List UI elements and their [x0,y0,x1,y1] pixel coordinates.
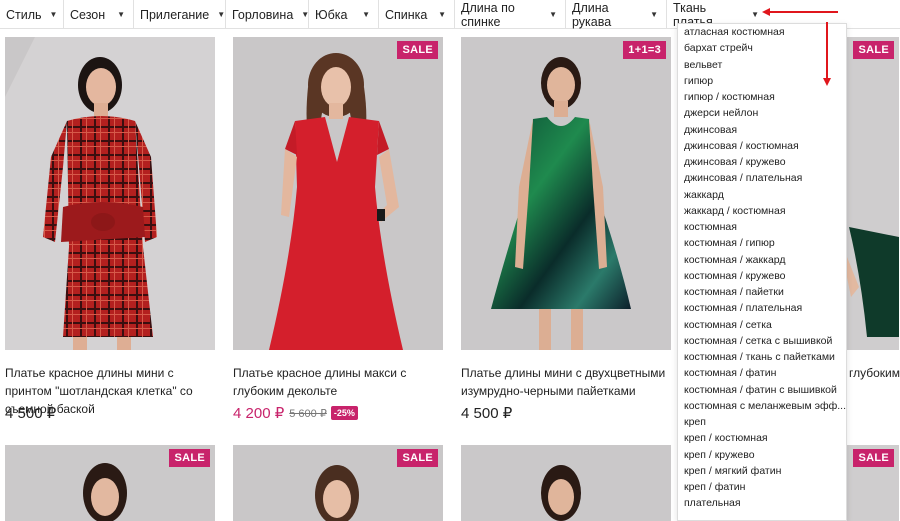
product-image[interactable] [461,445,671,521]
fabric-dropdown-menu[interactable]: атласная костюмная бархат стрейч вельвет ги… [677,23,847,521]
caret-down-icon: ▼ [117,10,125,19]
filter-season[interactable]: Сезон ▼ [64,0,134,29]
dropdown-option[interactable]: плательная [678,495,846,511]
product-price: 4 200 ₽ 5 600 ₽ -25% [233,404,358,422]
filter-label: Прилегание [140,7,210,22]
filter-label: Юбка [315,7,348,22]
dropdown-option[interactable]: вельвет [678,57,846,73]
product-title[interactable]: Платье красное длины макси с глубоким де… [233,364,448,400]
caret-down-icon: ▼ [438,10,446,19]
filter-label: Длина по спинке [461,0,515,29]
dropdown-option[interactable]: бархат стрейч [678,40,846,56]
dropdown-option[interactable]: креп [678,414,846,430]
dropdown-option[interactable]: гипюр / костюмная [678,89,846,105]
filter-back-length[interactable]: Длина по спинке ▼ [455,0,566,29]
filter-label: Спинка [385,7,428,22]
dropdown-option[interactable]: джинсовая / кружево [678,154,846,170]
price-current: 4 500 ₽ [5,405,57,422]
dropdown-option[interactable]: костюмная / плательная [678,300,846,316]
dropdown-option[interactable]: костюмная / кружево [678,268,846,284]
dropdown-option[interactable]: атласная костюмная [678,24,846,40]
dropdown-option[interactable]: костюмная [678,219,846,235]
filter-label: Горловина [232,7,294,22]
filter-skirt[interactable]: Юбка ▼ [309,0,379,29]
product-title[interactable]: Платье длины мини с двухцветными изумруд… [461,364,676,400]
dropdown-option[interactable]: костюмная / жаккард [678,252,846,268]
price-current: 4 500 ₽ [461,405,513,422]
dropdown-option[interactable]: костюмная / сетка [678,317,846,333]
product-image[interactable]: SALE [233,445,443,521]
caret-down-icon: ▼ [49,10,58,19]
dropdown-option[interactable]: костюмная с меланжевым эфф... [678,398,846,414]
caret-down-icon: ▼ [301,10,310,19]
price-old: 5 600 ₽ [289,407,327,420]
sale-badge: SALE [169,449,210,467]
dropdown-option[interactable]: гипюр [678,73,846,89]
dropdown-option[interactable]: креп / кружево [678,447,846,463]
dropdown-option[interactable]: джинсовая / плательная [678,170,846,186]
dropdown-option[interactable]: костюмная / пайетки [678,284,846,300]
filter-neckline[interactable]: Горловина ▼ [226,0,309,29]
product-price: 4 500 ₽ [461,404,512,422]
caret-down-icon: ▼ [650,10,658,19]
dropdown-option[interactable]: костюмная / ткань с пайетками [678,349,846,365]
product-price: 4 500 ₽ [5,404,56,422]
caret-down-icon: ▼ [751,10,759,19]
dropdown-option[interactable]: джинсовая / костюмная [678,138,846,154]
product-image[interactable] [5,37,215,350]
price-current: 4 200 ₽ [233,405,285,422]
dropdown-option[interactable]: костюмная / сетка с вышивкой [678,333,846,349]
product-image[interactable]: SALE [233,37,443,350]
caret-down-icon: ▼ [549,10,557,19]
product-image[interactable]: 1+1=3 [461,37,671,350]
caret-down-icon: ▼ [362,10,370,19]
dropdown-option[interactable]: жаккард / костюмная [678,203,846,219]
product-image[interactable]: SALE [5,445,215,521]
sale-badge: SALE [853,449,894,467]
dropdown-option[interactable]: джерси нейлон [678,105,846,121]
promo-badge: 1+1=3 [623,41,666,59]
dropdown-option[interactable]: костюмная / гипюр [678,235,846,251]
filter-label: Длина рукава [572,0,612,29]
dropdown-option[interactable]: жаккард [678,187,846,203]
dropdown-option[interactable]: креп / костюмная [678,430,846,446]
sale-badge: SALE [397,41,438,59]
discount-badge: -25% [330,406,358,420]
product-title[interactable]: глубоким [849,364,900,382]
dropdown-option[interactable]: джинсовая [678,122,846,138]
filter-label: Сезон [70,7,106,22]
filter-back[interactable]: Спинка ▼ [379,0,455,29]
filter-sleeve-length[interactable]: Длина рукава ▼ [566,0,667,29]
dropdown-option[interactable]: костюмная / фатин [678,365,846,381]
dropdown-option[interactable]: костюмная / фатин с вышивкой [678,382,846,398]
filter-label: Стиль [6,7,42,22]
filter-fit[interactable]: Прилегание ▼ [134,0,226,29]
dropdown-option[interactable]: креп / мягкий фатин [678,463,846,479]
filter-style[interactable]: Стиль ▼ [0,0,64,29]
sale-badge: SALE [853,41,894,59]
sale-badge: SALE [397,449,438,467]
caret-down-icon: ▼ [217,10,226,19]
dropdown-option[interactable]: креп / фатин [678,479,846,495]
